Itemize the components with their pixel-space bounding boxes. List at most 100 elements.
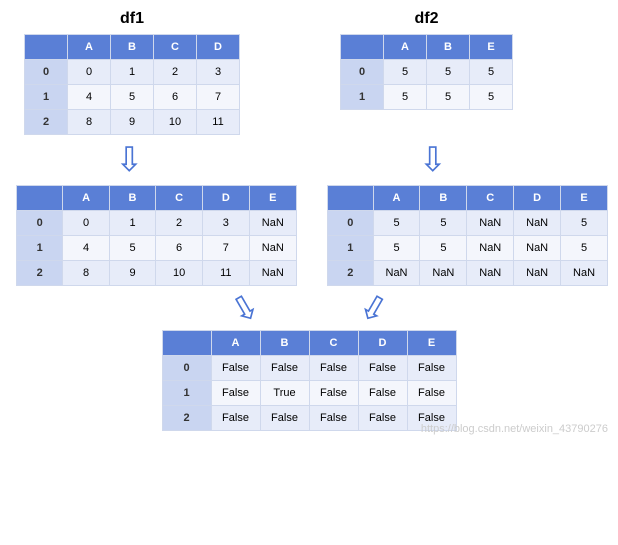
cell: 1 [109,211,155,236]
cell: NaN [467,211,514,236]
col-header: A [384,35,427,60]
cell: NaN [514,261,561,286]
table-row: 0 0 1 2 3 [25,60,240,85]
cell: 7 [202,236,249,261]
cell: 5 [561,211,608,236]
cell: False [309,356,358,381]
cell: 9 [111,110,154,135]
col-header: B [420,186,467,211]
cell: NaN [467,236,514,261]
row-index: 0 [341,60,384,85]
cell: 5 [111,85,154,110]
table-row: 0 5 5 NaN NaN 5 [328,211,608,236]
col-header: E [249,186,296,211]
cell: 5 [384,60,427,85]
df1-table: A B C D 0 0 1 2 3 1 4 5 6 7 [24,34,240,135]
cell: 0 [63,211,109,236]
row-index: 0 [17,211,63,236]
table-row: 0 False False False False False [162,356,456,381]
col-header: A [373,186,420,211]
cell: 8 [68,110,111,135]
cell: False [211,381,260,406]
col-header: B [109,186,155,211]
col-header: C [156,186,203,211]
corner-cell [17,186,63,211]
row-index: 1 [162,381,211,406]
col-header: E [407,331,456,356]
cell: 5 [420,236,467,261]
row-index: 2 [25,110,68,135]
table-row: 2 NaN NaN NaN NaN NaN [328,261,608,286]
col-header: A [211,331,260,356]
df1-block: df1 A B C D 0 0 1 2 3 1 4 [24,10,240,135]
result-table: A B C D E 0 False False False False Fals… [162,330,457,431]
cell: 5 [109,236,155,261]
cell: False [358,406,407,431]
cell: NaN [514,236,561,261]
cell: 7 [197,85,240,110]
cell: 8 [63,261,109,286]
col-header: C [309,331,358,356]
cell: 3 [202,211,249,236]
cell: 4 [68,85,111,110]
col-header: D [202,186,249,211]
cell: 5 [470,85,513,110]
cell: NaN [373,261,420,286]
table-row: 1 False True False False False [162,381,456,406]
cell: False [309,381,358,406]
cell: False [358,356,407,381]
df1-title: df1 [120,10,144,28]
arrow-down-icon: ⇩ [419,143,448,177]
cell: False [358,381,407,406]
cell: 5 [373,211,420,236]
row-index: 1 [341,85,384,110]
col-header: A [63,186,109,211]
table-row: 1 5 5 NaN NaN 5 [328,236,608,261]
df1-expanded-block: A B C D E 0 0 1 2 3 NaN 1 4 5 [16,185,297,286]
table-row: 2 8 9 10 11 NaN [17,261,297,286]
cell: 11 [197,110,240,135]
col-header: E [470,35,513,60]
cell: False [211,356,260,381]
arrow-down-right-icon: ⇩ [224,287,266,331]
cell: False [211,406,260,431]
col-header: C [154,35,197,60]
cell: False [407,356,456,381]
cell: 3 [197,60,240,85]
col-header: D [358,331,407,356]
table-row: 0 5 5 5 [341,60,513,85]
cell: 5 [427,60,470,85]
row-index: 1 [17,236,63,261]
row-index: 2 [328,261,374,286]
cell: False [260,356,309,381]
col-header: C [467,186,514,211]
table-row: 1 5 5 5 [341,85,513,110]
cell: 5 [470,60,513,85]
cell: NaN [514,211,561,236]
corner-cell [162,331,211,356]
df2-expanded-table: A B C D E 0 5 5 NaN NaN 5 1 5 5 [327,185,608,286]
cell: 5 [384,85,427,110]
cell: 1 [111,60,154,85]
row-index: 2 [162,406,211,431]
row-index: 0 [25,60,68,85]
cell: False [407,381,456,406]
corner-cell [341,35,384,60]
cell: 5 [561,236,608,261]
cell: 5 [420,211,467,236]
arrow-down-icon: ⇩ [115,143,144,177]
table-row: 1 4 5 6 7 NaN [17,236,297,261]
cell: NaN [420,261,467,286]
cell: NaN [561,261,608,286]
cell: 0 [68,60,111,85]
cell: 10 [154,110,197,135]
row-index: 0 [328,211,374,236]
col-header: E [561,186,608,211]
corner-cell [328,186,374,211]
row-index: 1 [328,236,374,261]
cell: NaN [467,261,514,286]
df2-block: df2 A B E 0 5 5 5 1 5 5 5 [340,10,513,135]
col-header: D [514,186,561,211]
cell: 4 [63,236,109,261]
cell: NaN [249,261,296,286]
